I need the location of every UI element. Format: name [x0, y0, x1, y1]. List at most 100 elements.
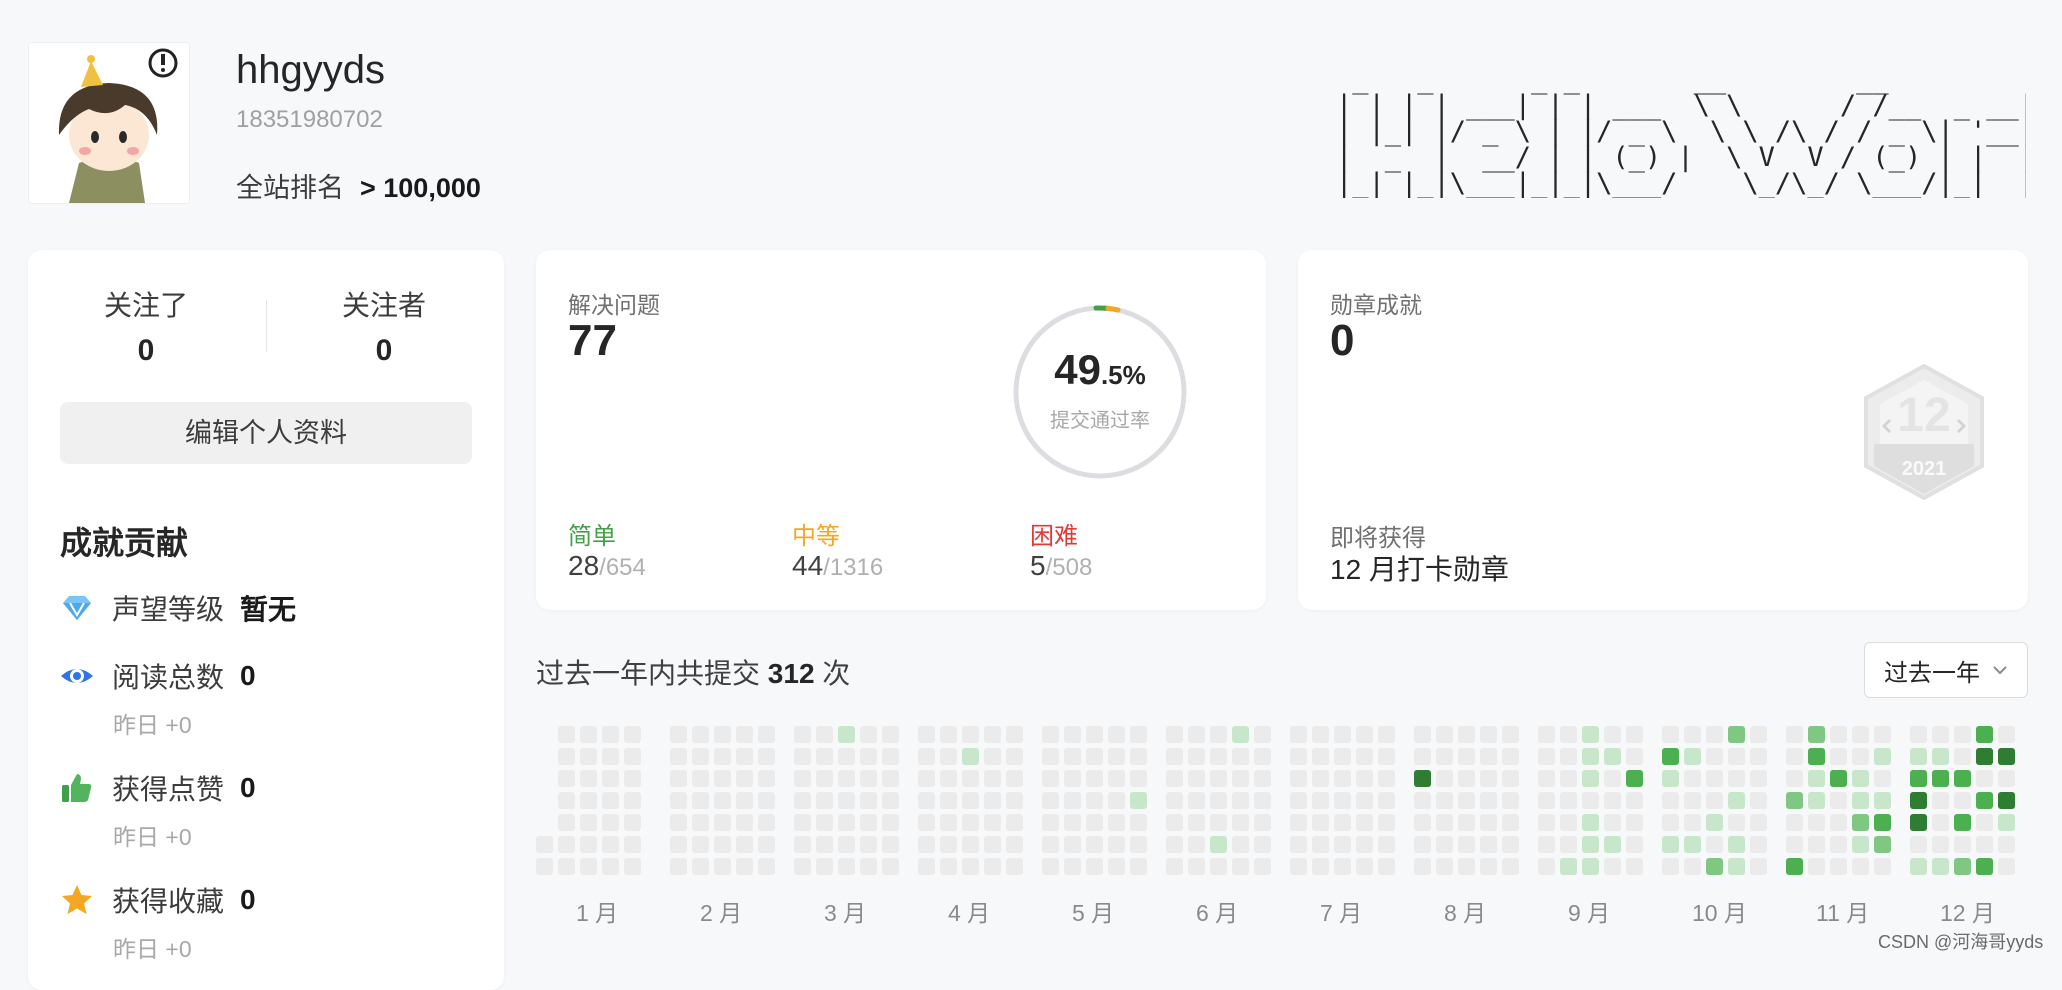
heatmap-cell[interactable] [1378, 836, 1395, 853]
heatmap-cell[interactable] [670, 836, 687, 853]
heatmap-cell[interactable] [882, 858, 899, 875]
heatmap-cell[interactable] [1808, 836, 1825, 853]
heatmap-cell[interactable] [1480, 726, 1497, 743]
heatmap-cell[interactable] [1998, 726, 2015, 743]
heatmap-cell[interactable] [580, 770, 597, 787]
heatmap-cell[interactable] [1626, 814, 1643, 831]
heatmap-cell[interactable] [1728, 726, 1745, 743]
heatmap-cell[interactable] [580, 726, 597, 743]
heatmap-cell[interactable] [1560, 748, 1577, 765]
heatmap-cell[interactable] [1830, 726, 1847, 743]
heatmap-cell[interactable] [940, 726, 957, 743]
heatmap-cell[interactable] [1378, 770, 1395, 787]
heatmap-cell[interactable] [1210, 858, 1227, 875]
heatmap-cell[interactable] [1626, 836, 1643, 853]
heatmap-cell[interactable] [1312, 836, 1329, 853]
heatmap-cell[interactable] [1188, 836, 1205, 853]
heatmap-cell[interactable] [736, 770, 753, 787]
heatmap-cell[interactable] [558, 726, 575, 743]
heatmap-cell[interactable] [1728, 814, 1745, 831]
heatmap-cell[interactable] [1378, 814, 1395, 831]
heatmap-cell[interactable] [1458, 858, 1475, 875]
heatmap-cell[interactable] [1998, 792, 2015, 809]
heatmap-cell[interactable] [838, 726, 855, 743]
heatmap-cell[interactable] [1830, 836, 1847, 853]
heatmap-cell[interactable] [1910, 836, 1927, 853]
heatmap-cell[interactable] [1910, 814, 1927, 831]
heatmap-cell[interactable] [1436, 726, 1453, 743]
heatmap-cell[interactable] [984, 792, 1001, 809]
heatmap-cell[interactable] [1932, 836, 1949, 853]
heatmap-cell[interactable] [1042, 748, 1059, 765]
heatmap-cell[interactable] [1290, 858, 1307, 875]
heatmap-cell[interactable] [1954, 726, 1971, 743]
heatmap-cell[interactable] [1414, 770, 1431, 787]
heatmap-cell[interactable] [1626, 858, 1643, 875]
heatmap-cell[interactable] [1954, 748, 1971, 765]
heatmap-cell[interactable] [1852, 836, 1869, 853]
heatmap-cell[interactable] [1334, 836, 1351, 853]
heatmap-cell[interactable] [1210, 770, 1227, 787]
heatmap-cell[interactable] [940, 814, 957, 831]
heatmap-cell[interactable] [940, 858, 957, 875]
heatmap-cell[interactable] [1436, 748, 1453, 765]
heatmap-cell[interactable] [1582, 770, 1599, 787]
heatmap-cell[interactable] [1436, 858, 1453, 875]
heatmap-cell[interactable] [1458, 770, 1475, 787]
heatmap-cell[interactable] [1064, 792, 1081, 809]
heatmap-cell[interactable] [1334, 792, 1351, 809]
heatmap-cell[interactable] [624, 836, 641, 853]
heatmap-cell[interactable] [1582, 792, 1599, 809]
heatmap-cell[interactable] [1932, 814, 1949, 831]
heatmap-cell[interactable] [758, 770, 775, 787]
heatmap-cell[interactable] [1436, 770, 1453, 787]
heatmap-cell[interactable] [1662, 792, 1679, 809]
heatmap-cell[interactable] [1786, 770, 1803, 787]
heatmap-cell[interactable] [794, 858, 811, 875]
heatmap-cell[interactable] [1064, 858, 1081, 875]
heatmap-cell[interactable] [1874, 814, 1891, 831]
heatmap-cell[interactable] [1006, 836, 1023, 853]
heatmap-cell[interactable] [1706, 770, 1723, 787]
heatmap-cell[interactable] [882, 770, 899, 787]
heatmap-cell[interactable] [1954, 814, 1971, 831]
heatmap-cell[interactable] [984, 836, 1001, 853]
heatmap-cell[interactable] [1808, 770, 1825, 787]
heatmap-cell[interactable] [1086, 726, 1103, 743]
heatmap-cell[interactable] [670, 770, 687, 787]
heatmap-cell[interactable] [670, 814, 687, 831]
heatmap-cell[interactable] [1786, 836, 1803, 853]
heatmap-cell[interactable] [1604, 836, 1621, 853]
heatmap-cell[interactable] [1560, 770, 1577, 787]
heatmap-cell[interactable] [1830, 858, 1847, 875]
heatmap-cell[interactable] [1356, 792, 1373, 809]
heatmap-cell[interactable] [1852, 792, 1869, 809]
heatmap-cell[interactable] [1910, 792, 1927, 809]
heatmap-cell[interactable] [558, 858, 575, 875]
heatmap-cell[interactable] [602, 726, 619, 743]
heatmap-cell[interactable] [1852, 770, 1869, 787]
heatmap-cell[interactable] [1254, 836, 1271, 853]
heatmap-cell[interactable] [1582, 726, 1599, 743]
heatmap-cell[interactable] [1538, 748, 1555, 765]
heatmap-cell[interactable] [1108, 792, 1125, 809]
heatmap-cell[interactable] [1750, 770, 1767, 787]
heatmap-cell[interactable] [624, 726, 641, 743]
heatmap-cell[interactable] [1254, 726, 1271, 743]
heatmap-cell[interactable] [1954, 836, 1971, 853]
heatmap-cell[interactable] [1750, 726, 1767, 743]
heatmap-cell[interactable] [1750, 748, 1767, 765]
heatmap-cell[interactable] [1290, 836, 1307, 853]
heatmap-cell[interactable] [1312, 792, 1329, 809]
heatmap-cell[interactable] [1538, 726, 1555, 743]
heatmap-cell[interactable] [1414, 814, 1431, 831]
heatmap-cell[interactable] [918, 858, 935, 875]
heatmap-cell[interactable] [1042, 770, 1059, 787]
heatmap-cell[interactable] [758, 858, 775, 875]
heatmap-cell[interactable] [1356, 748, 1373, 765]
heatmap-cell[interactable] [1086, 748, 1103, 765]
heatmap-cell[interactable] [714, 726, 731, 743]
heatmap-cell[interactable] [1210, 814, 1227, 831]
heatmap-cell[interactable] [692, 792, 709, 809]
heatmap-cell[interactable] [1910, 748, 1927, 765]
